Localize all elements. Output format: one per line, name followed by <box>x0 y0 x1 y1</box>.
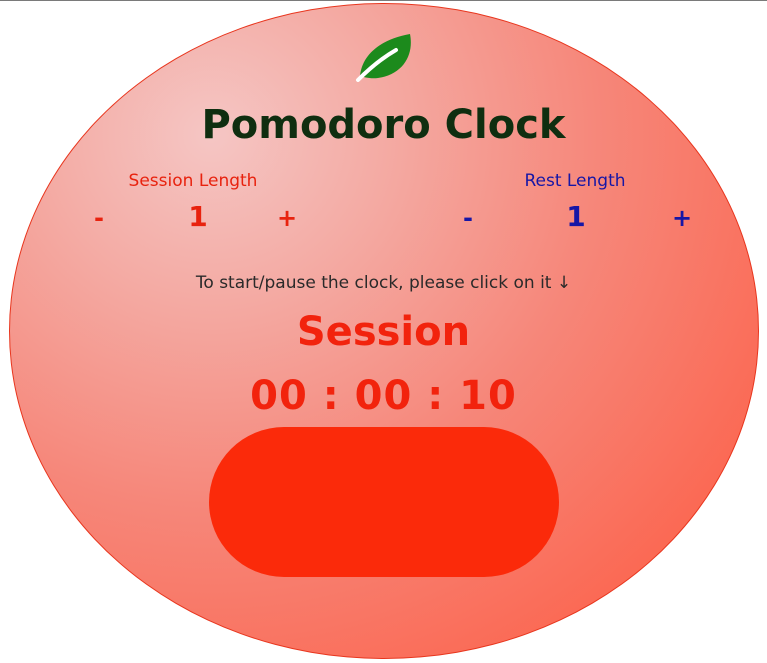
session-length-label: Session Length <box>128 171 258 191</box>
clock-start-pause-button[interactable] <box>209 427 559 577</box>
leaf-icon <box>356 34 411 82</box>
start-pause-hint: To start/pause the clock, please click o… <box>195 273 572 293</box>
rest-length-label: Rest Length <box>524 171 626 191</box>
phase-label: Session <box>296 309 471 355</box>
rest-increment-button[interactable]: + <box>667 203 697 233</box>
window-top-border <box>0 0 767 1</box>
session-decrement-button[interactable]: - <box>84 203 114 233</box>
session-length-value: 1 <box>188 200 208 233</box>
page-title: Pomodoro Clock <box>201 102 566 148</box>
timer-display: 00 : 00 : 10 <box>250 373 517 419</box>
rest-decrement-button[interactable]: - <box>453 203 483 233</box>
rest-length-value: 1 <box>566 200 586 233</box>
session-increment-button[interactable]: + <box>272 203 302 233</box>
